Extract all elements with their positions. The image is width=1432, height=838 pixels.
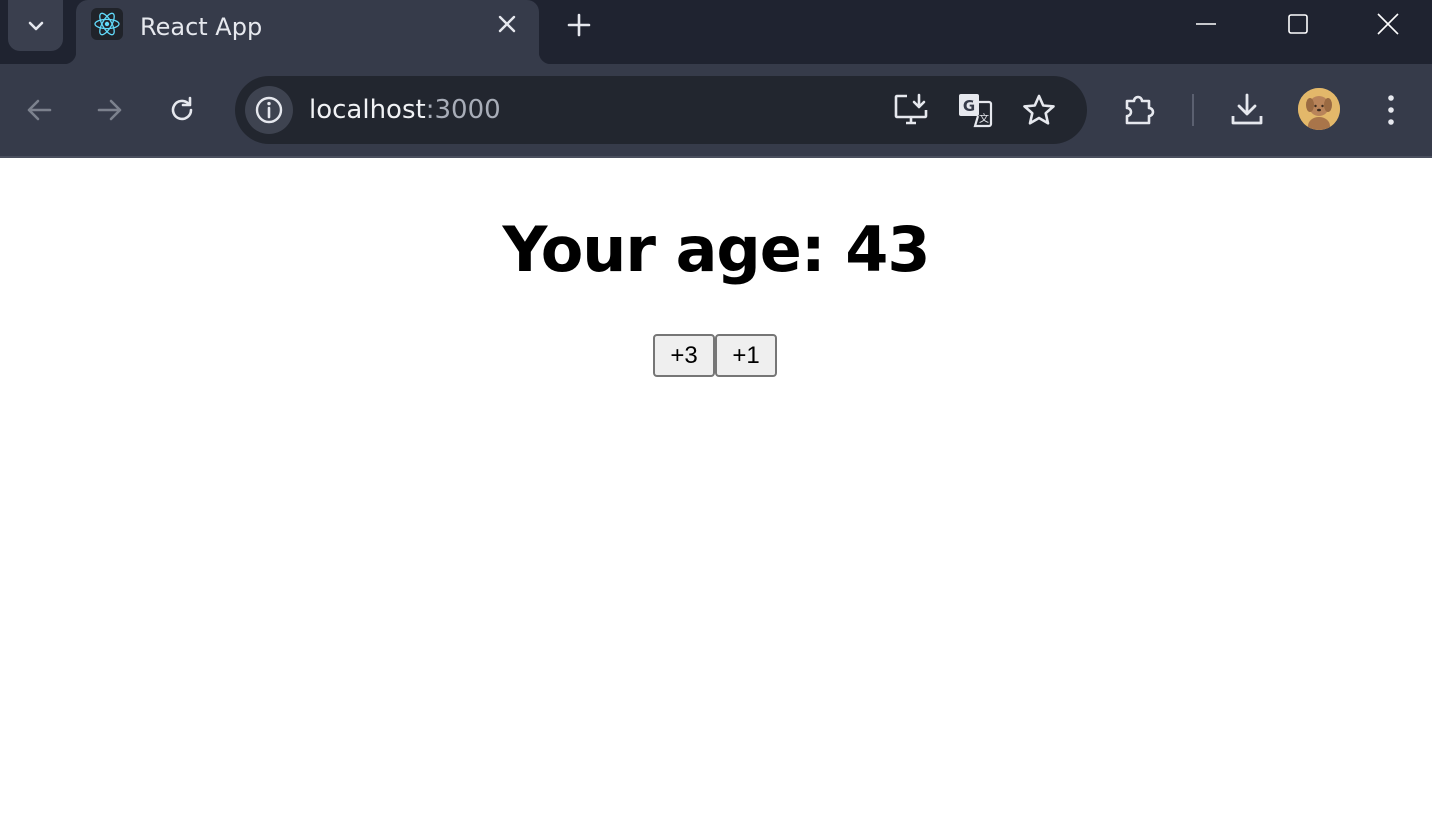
install-app-button[interactable] [891, 90, 931, 130]
install-app-icon [894, 93, 928, 125]
chevron-down-icon [28, 21, 43, 30]
svg-text:G: G [963, 97, 975, 115]
arrow-right-icon [97, 99, 122, 121]
window-maximize-button[interactable] [1252, 0, 1344, 48]
page-content: Your age: 43 +3 +1 [0, 158, 1432, 838]
svg-text:文: 文 [979, 112, 989, 125]
site-info-button[interactable] [245, 86, 293, 134]
url-text[interactable]: localhost:3000 [309, 94, 501, 126]
minimize-icon [1196, 23, 1216, 25]
star-icon [1023, 94, 1055, 125]
maximize-icon [1288, 14, 1308, 34]
browser-toolbar: localhost:3000 G 文 [0, 64, 1432, 157]
bookmark-button[interactable] [1019, 90, 1059, 130]
puzzle-icon [1125, 95, 1155, 125]
react-logo-icon [91, 8, 123, 40]
window-minimize-button[interactable] [1160, 0, 1252, 48]
tab-search-button[interactable] [8, 0, 63, 51]
toolbar-separator [1192, 94, 1194, 126]
avatar[interactable] [1298, 88, 1340, 130]
downloads-button[interactable] [1225, 88, 1269, 132]
info-icon [255, 96, 283, 124]
url-host: localhost [309, 95, 426, 125]
age-button-row: +3 +1 [653, 334, 777, 377]
kebab-menu-icon [1388, 95, 1394, 125]
add-one-button[interactable]: +1 [715, 334, 777, 377]
url-port: :3000 [425, 95, 501, 125]
profile-avatar-image [1298, 88, 1340, 130]
plus-icon [567, 13, 591, 37]
download-icon [1231, 93, 1263, 125]
add-three-button[interactable]: +3 [653, 334, 715, 377]
browser-menu-button[interactable] [1369, 88, 1413, 132]
extensions-button[interactable] [1118, 88, 1162, 132]
translate-icon: G 文 [959, 94, 993, 128]
window-close-button[interactable] [1342, 0, 1432, 48]
tab-title: React App [140, 13, 263, 41]
new-tab-button[interactable] [560, 6, 598, 44]
browser-tab-active[interactable]: React App [64, 0, 551, 64]
age-heading: Your age: 43 [502, 213, 930, 286]
arrow-left-icon [27, 99, 52, 121]
tab-strip: React App [0, 0, 1432, 64]
reload-icon [171, 96, 193, 121]
close-icon [498, 15, 516, 33]
tab-close-button[interactable] [494, 10, 520, 38]
back-button[interactable] [17, 82, 61, 138]
address-bar[interactable]: localhost:3000 G 文 [235, 76, 1087, 144]
close-icon [1377, 13, 1399, 35]
reload-button[interactable] [160, 82, 204, 138]
forward-button[interactable] [88, 82, 132, 138]
translate-button[interactable]: G 文 [955, 90, 995, 130]
